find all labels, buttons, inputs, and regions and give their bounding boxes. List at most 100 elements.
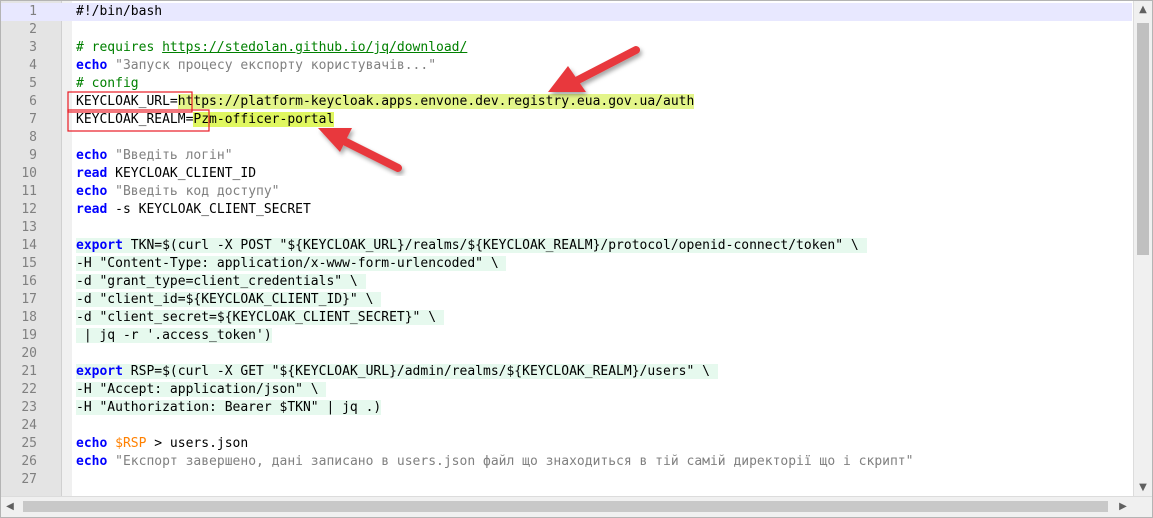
line-text: read -s KEYCLOAK_CLIENT_SECRET xyxy=(76,201,311,219)
code-line[interactable]: 13 xyxy=(1,219,1132,237)
code-token: -d "client_id=${KEYCLOAK_CLIENT_ID}" \ xyxy=(76,292,382,307)
code-token: read xyxy=(76,202,108,217)
line-number: 4 xyxy=(29,58,37,73)
code-line[interactable]: 8 xyxy=(1,129,1132,147)
code-token: -d "grant_type=client_credentials" \ xyxy=(76,274,366,289)
line-number: 2 xyxy=(29,22,37,37)
code-token: "Експорт завершено, дані записано в user… xyxy=(115,454,914,469)
code-token: "Запуск процесу експорту користувачів...… xyxy=(115,58,437,73)
code-token: read xyxy=(76,166,108,181)
code-line[interactable]: 14 export TKN=$(curl -X POST "${KEYCLOAK_… xyxy=(1,237,1132,255)
code-token: Pzm-officer-portal xyxy=(193,112,335,127)
horizontal-scrollbar[interactable]: ◀ ▶ xyxy=(1,496,1152,517)
code-line[interactable]: 6 KEYCLOAK_URL=https://platform-keycloak.… xyxy=(1,93,1132,111)
code-line[interactable]: 11 echo "Введіть код доступу" xyxy=(1,183,1132,201)
code-token: KEYCLOAK_CLIENT_ID xyxy=(107,166,257,181)
code-token: -H "Authorization: Bearer $TKN" | jq .) xyxy=(76,400,382,415)
scroll-down-icon[interactable]: ▼ xyxy=(1134,479,1152,497)
scrollbar-corner xyxy=(1134,497,1152,517)
code-line[interactable]: 19 | jq -r '.access_token') xyxy=(1,327,1132,345)
horizontal-scroll-thumb[interactable] xyxy=(23,501,1108,512)
line-number: 10 xyxy=(21,166,37,181)
code-line[interactable]: 20 xyxy=(1,345,1132,363)
line-number: 19 xyxy=(21,328,37,343)
code-token: "Введіть логін" xyxy=(115,148,233,163)
code-line[interactable]: 5 # config xyxy=(1,75,1132,93)
line-text: KEYCLOAK_URL=https://platform-keycloak.a… xyxy=(76,93,695,111)
line-number: 27 xyxy=(21,472,37,487)
code-line[interactable]: 24 xyxy=(1,417,1132,435)
scroll-right-icon[interactable]: ▶ xyxy=(1114,498,1132,516)
line-text: -d "client_id=${KEYCLOAK_CLIENT_ID}" \ xyxy=(76,291,382,309)
code-token: echo xyxy=(76,148,108,163)
line-number: 18 xyxy=(21,310,37,325)
line-text: export TKN=$(curl -X POST "${KEYCLOAK_UR… xyxy=(76,237,867,255)
code-line[interactable]: 10 read KEYCLOAK_CLIENT_ID xyxy=(1,165,1132,183)
code-token: # requires xyxy=(76,40,163,55)
line-number: 8 xyxy=(29,130,37,145)
code-line[interactable]: 22 -H "Accept: application/json" \ xyxy=(1,381,1132,399)
line-text: export RSP=$(curl -X GET "${KEYCLOAK_URL… xyxy=(76,363,718,381)
line-text: echo "Експорт завершено, дані записано в… xyxy=(76,453,913,471)
vertical-scrollbar[interactable]: ▲ ▼ xyxy=(1133,1,1152,497)
line-number: 3 xyxy=(29,40,37,55)
code-line[interactable]: 9 echo "Введіть логін" xyxy=(1,147,1132,165)
code-line[interactable]: 12 read -s KEYCLOAK_CLIENT_SECRET xyxy=(1,201,1132,219)
code-line[interactable]: 17 -d "client_id=${KEYCLOAK_CLIENT_ID}" \ xyxy=(1,291,1132,309)
code-token: KEYCLOAK_URL= xyxy=(76,94,178,109)
line-number: 11 xyxy=(21,184,37,199)
line-number: 7 xyxy=(29,112,37,127)
code-token: export xyxy=(76,364,123,379)
line-number: 14 xyxy=(21,238,37,253)
line-text: # config xyxy=(76,75,139,93)
code-token: https://platform-keycloak.apps.envone.de… xyxy=(177,94,695,109)
line-text: read KEYCLOAK_CLIENT_ID xyxy=(76,165,256,183)
scroll-up-icon[interactable]: ▲ xyxy=(1134,1,1152,19)
scroll-left-icon[interactable]: ◀ xyxy=(1,498,19,516)
line-text: echo "Запуск процесу експорту користувач… xyxy=(76,57,436,75)
code-token: | jq -r '.access_token') xyxy=(76,328,272,343)
code-token: -d "client_secret=${KEYCLOAK_CLIENT_SECR… xyxy=(76,310,444,325)
line-number: 21 xyxy=(21,364,37,379)
code-token: echo xyxy=(76,454,108,469)
code-token: echo xyxy=(76,436,108,451)
code-token: echo xyxy=(76,58,108,73)
line-number: 16 xyxy=(21,274,37,289)
line-text: echo "Введіть логін" xyxy=(76,147,233,165)
code-line[interactable]: 27 xyxy=(1,471,1132,489)
code-line[interactable]: 23 -H "Authorization: Bearer $TKN" | jq .… xyxy=(1,399,1132,417)
code-line[interactable]: 25 echo $RSP > users.json xyxy=(1,435,1132,453)
line-number: 12 xyxy=(21,202,37,217)
code-token: RSP=$(curl -X GET "${KEYCLOAK_URL}/admin… xyxy=(122,364,718,379)
code-line[interactable]: 18 -d "client_secret=${KEYCLOAK_CLIENT_SE… xyxy=(1,309,1132,327)
line-number: 15 xyxy=(21,256,37,271)
code-token: echo xyxy=(76,184,108,199)
vertical-scroll-thumb[interactable] xyxy=(1137,23,1149,255)
code-line[interactable]: 26 echo "Експорт завершено, дані записано… xyxy=(1,453,1132,471)
line-number: 22 xyxy=(21,382,37,397)
code-line[interactable]: 7 KEYCLOAK_REALM=Pzm-officer-portal xyxy=(1,111,1132,129)
line-number: 9 xyxy=(29,148,37,163)
code-line[interactable]: 15 -H "Content-Type: application/x-www-fo… xyxy=(1,255,1132,273)
line-text: -d "grant_type=client_credentials" \ xyxy=(76,273,366,291)
code-token: "Введіть код доступу" xyxy=(115,184,280,199)
code-token: export xyxy=(76,238,123,253)
code-line[interactable]: 2 xyxy=(1,21,1132,39)
code-editor[interactable]: 1 #!/bin/bash 2 3 # requires https://stedola… xyxy=(0,0,1153,518)
code-area[interactable]: 1 #!/bin/bash 2 3 # requires https://stedola… xyxy=(1,3,1132,489)
code-line[interactable]: 4 echo "Запуск процесу експорту користува… xyxy=(1,57,1132,75)
code-token: -s KEYCLOAK_CLIENT_SECRET xyxy=(107,202,311,217)
line-text: -d "client_secret=${KEYCLOAK_CLIENT_SECR… xyxy=(76,309,444,327)
line-number: 23 xyxy=(21,400,37,415)
code-line[interactable]: 1 #!/bin/bash xyxy=(1,3,1132,21)
line-number: 24 xyxy=(21,418,37,433)
code-line[interactable]: 21 export RSP=$(curl -X GET "${KEYCLOAK_U… xyxy=(1,363,1132,381)
line-text: echo "Введіть код доступу" xyxy=(76,183,280,201)
line-text: -H "Accept: application/json" \ xyxy=(76,381,327,399)
code-line[interactable]: 3 # requires https://stedolan.github.io/j… xyxy=(1,39,1132,57)
code-token: TKN=$(curl -X POST "${KEYCLOAK_URL}/real… xyxy=(122,238,867,253)
code-line[interactable]: 16 -d "grant_type=client_credentials" \ xyxy=(1,273,1132,291)
code-token: -H "Content-Type: application/x-www-form… xyxy=(76,256,507,271)
